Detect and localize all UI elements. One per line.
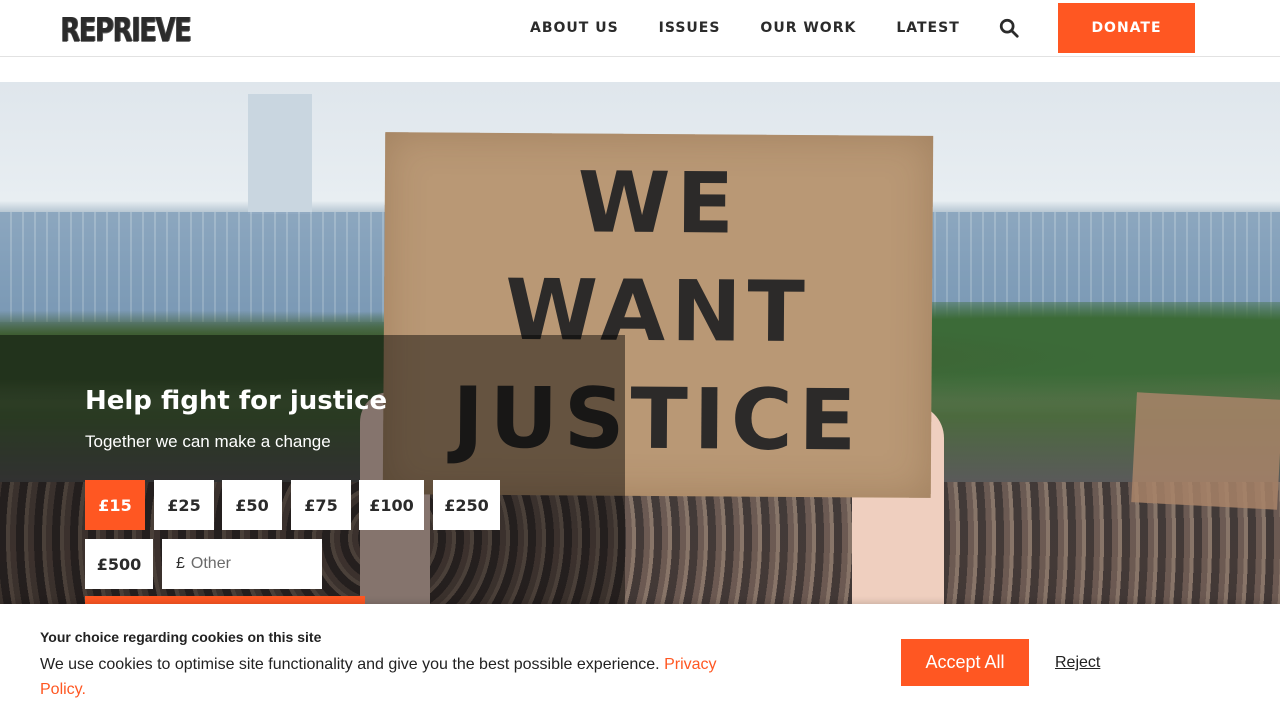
amount-option-50[interactable]: £50	[222, 480, 282, 530]
search-icon[interactable]	[998, 17, 1022, 41]
nav-our-work[interactable]: OUR WORK	[760, 20, 856, 36]
site-header: REPRIEVE ABOUT US ISSUES OUR WORK LATEST…	[0, 0, 1280, 57]
main-nav: ABOUT US ISSUES OUR WORK LATEST	[530, 20, 1000, 36]
cookie-description: We use cookies to optimise site function…	[40, 656, 660, 673]
form-title: Help fight for justice	[85, 386, 388, 416]
amount-option-250[interactable]: £250	[433, 480, 500, 530]
other-amount-input[interactable]	[190, 555, 309, 573]
cookie-text: We use cookies to optimise site function…	[40, 652, 740, 702]
cookie-title: Your choice regarding cookies on this si…	[40, 629, 322, 645]
form-subtitle: Together we can make a change	[85, 432, 331, 451]
nav-about-us[interactable]: ABOUT US	[530, 20, 619, 36]
amount-option-100[interactable]: £100	[359, 480, 424, 530]
background-sign	[1131, 392, 1280, 510]
amount-option-25[interactable]: £25	[154, 480, 214, 530]
currency-symbol: £	[176, 555, 185, 572]
nav-latest[interactable]: LATEST	[896, 20, 959, 36]
amount-option-15[interactable]: £15	[85, 480, 145, 530]
donate-button[interactable]: DONATE	[1058, 3, 1195, 53]
hero-building	[248, 94, 312, 214]
sign-line-1: WE	[577, 153, 741, 253]
cookie-banner: Your choice regarding cookies on this si…	[0, 604, 1280, 720]
nav-issues[interactable]: ISSUES	[659, 20, 721, 36]
reprieve-logo[interactable]: REPRIEVE	[60, 12, 192, 50]
amount-option-500[interactable]: £500	[85, 539, 153, 589]
accept-all-button[interactable]: Accept All	[901, 639, 1029, 686]
reject-link[interactable]: Reject	[1055, 654, 1100, 672]
other-amount-field[interactable]: £	[162, 539, 322, 589]
donation-form: Help fight for justice Together we can m…	[85, 386, 387, 452]
amount-option-75[interactable]: £75	[291, 480, 351, 530]
